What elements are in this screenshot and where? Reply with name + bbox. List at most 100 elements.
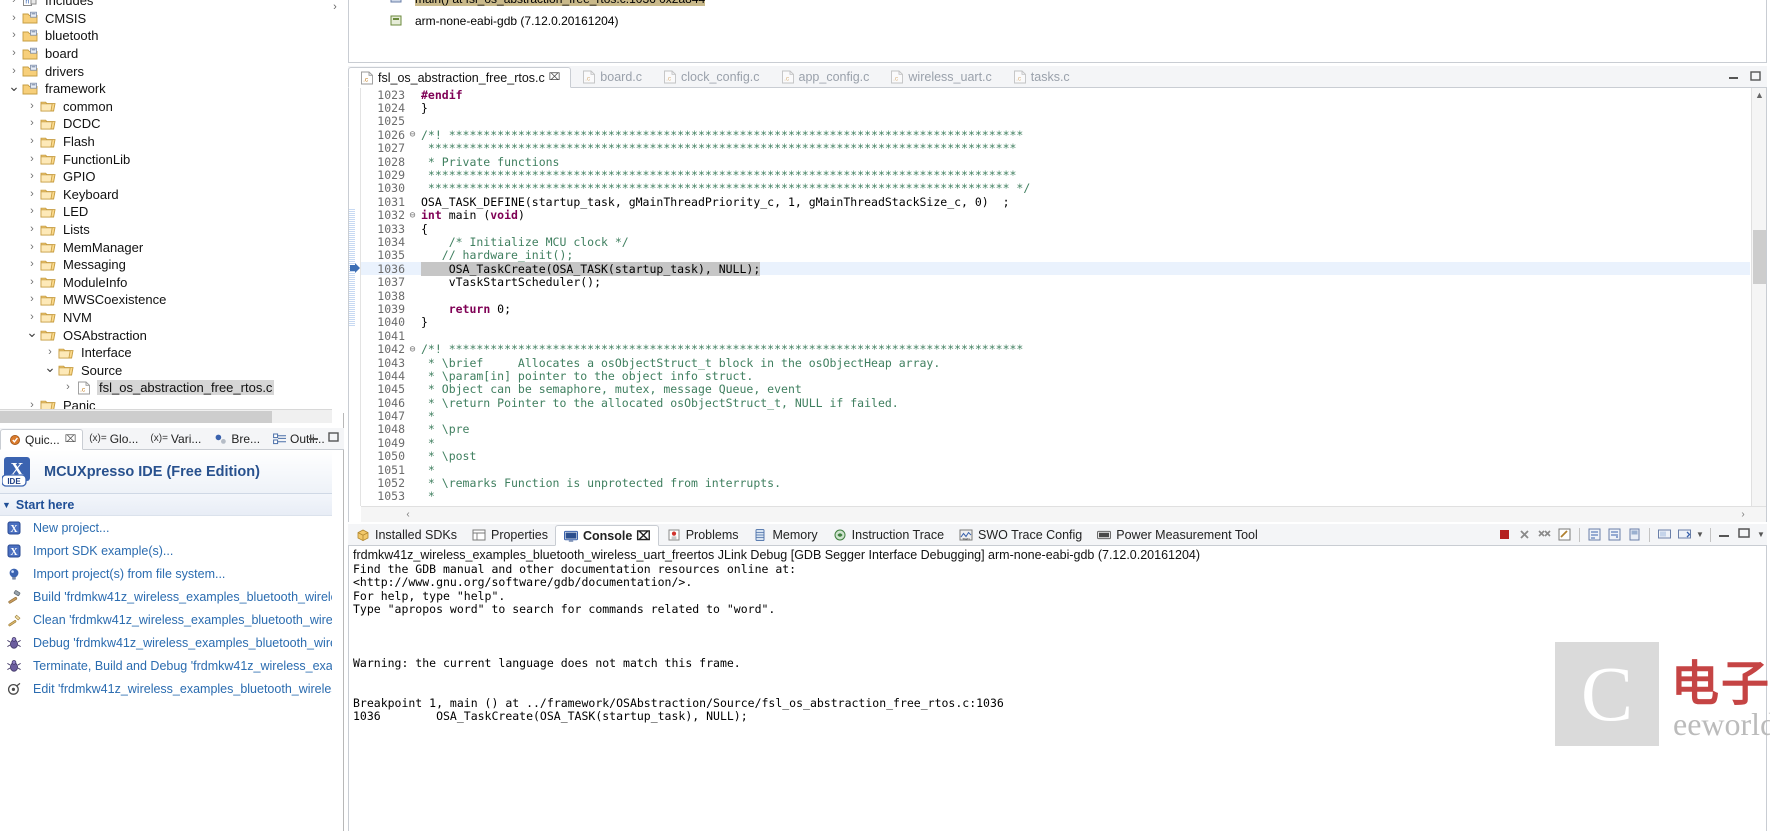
tree-item-messaging[interactable]: › Messaging xyxy=(0,256,344,274)
console-tab-instruction-trace[interactable]: Instruction Trace xyxy=(825,524,951,545)
editor-tab-clock_config-c[interactable]: .c clock_config.c xyxy=(652,66,770,87)
quickstart-item-import[interactable]: X Import SDK example(s)... xyxy=(0,539,332,562)
chevron-right-icon[interactable]: › xyxy=(42,347,58,358)
tree-item-dcdc[interactable]: › DCDC xyxy=(0,115,344,133)
tree-item-memmanager[interactable]: › MemManager xyxy=(0,238,344,256)
tree-item-nvm[interactable]: › NVM xyxy=(0,309,344,327)
code-line[interactable]: 1023 #endif xyxy=(361,88,1750,102)
scroll-lock-button[interactable] xyxy=(1586,526,1603,543)
fold-collapse-icon[interactable]: ⊖ xyxy=(407,344,418,355)
project-explorer-tree[interactable]: › h Includes › CMSIS › bluetooth › board › drivers… xyxy=(0,0,344,413)
display-selected-console-button[interactable] xyxy=(1656,526,1673,543)
code-line[interactable]: 1033 { xyxy=(361,222,1750,236)
code-line[interactable]: 1046 * \return Pointer to the allocated … xyxy=(361,396,1750,410)
quickstart-item-terminate,[interactable]: Terminate, Build and Debug 'frdmkw41z_wi… xyxy=(0,654,332,677)
chevron-right-icon[interactable]: › xyxy=(24,136,40,147)
editor-minimize-icon[interactable] xyxy=(1728,70,1740,82)
project-explorer-hscrollbar[interactable] xyxy=(0,409,332,423)
view-tab-vari[interactable]: (x)= Vari... xyxy=(144,428,207,449)
tree-item-functionlib[interactable]: › FunctionLib xyxy=(0,150,344,168)
tree-item-includes[interactable]: › h Includes xyxy=(0,0,344,10)
tree-item-mwscoexistence[interactable]: › MWSCoexistence xyxy=(0,291,344,309)
chevron-right-icon[interactable]: › xyxy=(24,188,40,200)
code-line[interactable]: 1042 ⊖/*! *******************************… xyxy=(361,342,1750,356)
remove-all-terminated-button[interactable] xyxy=(1536,526,1553,543)
quickstart-item-new[interactable]: X New project... xyxy=(0,516,332,539)
minimize-icon[interactable] xyxy=(308,431,320,443)
tree-item-flash[interactable]: › Flash xyxy=(0,133,344,151)
code-line[interactable]: 1024} xyxy=(361,101,1750,115)
chevron-right-icon[interactable]: › xyxy=(24,100,40,112)
remove-launch-button[interactable] xyxy=(1516,526,1533,543)
view-tab-quic[interactable]: Quic... ⌧ xyxy=(0,429,84,450)
minimize-button[interactable] xyxy=(1717,526,1734,543)
scroll-right-arrow[interactable]: › xyxy=(329,0,341,14)
chevron-right-icon[interactable]: › xyxy=(24,171,40,182)
chevron-down-icon[interactable]: ▼ xyxy=(1696,530,1704,539)
console-tab-problems[interactable]: Problems xyxy=(659,524,746,545)
editor-body[interactable]: 1023 #endif 1024} 1025 1026 ⊖/*! ************… xyxy=(348,88,1767,522)
view-tab-glo[interactable]: (x)= Glo... xyxy=(83,428,144,449)
terminate-button[interactable] xyxy=(1496,526,1513,543)
chevron-right-icon[interactable]: › xyxy=(24,118,40,129)
code-line[interactable]: 1051 * xyxy=(361,463,1750,477)
tree-item-framework[interactable]: ⌄ framework xyxy=(0,79,344,98)
code-line[interactable]: 1053 * xyxy=(361,489,1750,503)
close-icon[interactable]: ⌧ xyxy=(549,72,561,83)
chevron-right-icon[interactable]: › xyxy=(24,259,40,270)
tree-item-lists[interactable]: › Lists xyxy=(0,221,344,239)
chevron-right-icon[interactable]: › xyxy=(24,153,40,165)
chevron-right-icon[interactable]: › xyxy=(6,48,22,59)
console-tab-swo-trace-config[interactable]: swo SWO Trace Config xyxy=(951,524,1089,545)
quickstart-item-import[interactable]: Import project(s) from file system... xyxy=(0,562,332,585)
code-line[interactable]: 1038 xyxy=(361,289,1750,303)
console-tab-console[interactable]: Console ⌧ xyxy=(554,525,659,546)
tree-item-led[interactable]: › LED xyxy=(0,203,344,221)
editor-hscrollbar[interactable]: ‹ › xyxy=(361,506,1766,522)
code-line[interactable]: 1037 vTaskStartScheduler(); xyxy=(361,275,1750,289)
console-tab-power-measurement-tool[interactable]: Power Measurement Tool xyxy=(1089,524,1265,545)
tree-item-bluetooth[interactable]: › bluetooth xyxy=(0,27,344,45)
editor-tab-tasks-c[interactable]: .c tasks.c xyxy=(1002,66,1080,87)
section-twisty-icon[interactable]: ▼ xyxy=(2,500,11,510)
tree-item-cmsis[interactable]: › CMSIS xyxy=(0,10,344,28)
quickstart-item-clean[interactable]: Clean 'frdmkw41z_wireless_examples_bluet… xyxy=(0,608,332,631)
chevron-right-icon[interactable]: › xyxy=(24,224,40,235)
fold-collapse-icon[interactable]: ⊖ xyxy=(407,210,418,221)
code-line[interactable]: 1050 * \post xyxy=(361,449,1750,463)
code-line[interactable]: 1044 * \param[in] pointer to the object … xyxy=(361,369,1750,383)
code-line[interactable]: 1039 return 0; xyxy=(361,302,1750,316)
chevron-right-icon[interactable]: › xyxy=(6,12,22,24)
code-line[interactable]: 1031 OSA_TASK_DEFINE(startup_task, gMainT… xyxy=(361,195,1750,209)
console-tab-installed-sdks[interactable]: Installed SDKs xyxy=(348,524,464,545)
code-line[interactable]: 1043 * \brief Allocates a osObjectStruct… xyxy=(361,356,1750,370)
code-line[interactable]: 1052 * \remarks Function is unprotected … xyxy=(361,476,1750,490)
editor-tab-board-c[interactable]: .c board.c xyxy=(571,66,652,87)
tree-item-source[interactable]: ⌄ Source xyxy=(0,360,344,379)
quickstart-item-debug[interactable]: Debug 'frdmkw41z_wireless_examples_bluet… xyxy=(0,631,332,654)
editor-tab-wireless_uart-c[interactable]: .c wireless_uart.c xyxy=(879,66,1001,87)
tree-item-fsl-os-abstraction-free-rtos-c[interactable]: › .c fsl_os_abstraction_free_rtos.c xyxy=(0,379,344,397)
chevron-right-icon[interactable]: › xyxy=(24,206,40,217)
chevron-down-icon[interactable]: ⌄ xyxy=(6,79,22,93)
chevron-right-icon[interactable]: › xyxy=(24,311,40,323)
console-tab-memory[interactable]: Memory xyxy=(745,524,824,545)
editor-maximize-icon[interactable] xyxy=(1750,70,1762,82)
quickstart-item-build[interactable]: Build 'frdmkw41z_wireless_examples_bluet… xyxy=(0,585,332,608)
debug-thread-row[interactable]: main() at fsl_os_abstraction_free_rtos.c… xyxy=(349,0,1766,7)
code-line[interactable]: 1045 * Object can be semaphore, mutex, m… xyxy=(361,382,1750,396)
editor-tab-fsl_os_abstraction_free_rtos-c[interactable]: .c fsl_os_abstraction_free_rtos.c ⌧ xyxy=(348,67,572,88)
chevron-down-icon[interactable]: ⌄ xyxy=(42,360,58,374)
chevron-right-icon[interactable]: › xyxy=(6,0,22,6)
quickstart-section-header[interactable]: ▼ Start here xyxy=(0,494,332,516)
chevron-down-icon[interactable]: ⌄ xyxy=(24,325,40,339)
chevron-right-icon[interactable]: › xyxy=(24,294,40,305)
pin-console-button[interactable] xyxy=(1626,526,1643,543)
tree-item-osabstraction[interactable]: ⌄ OSAbstraction xyxy=(0,325,344,344)
code-line[interactable]: 1034 /* Initialize MCU clock */ xyxy=(361,235,1750,249)
scroll-up-arrow[interactable]: ▲ xyxy=(1752,88,1767,103)
scroll-left-arrow[interactable]: ‹ xyxy=(401,507,415,523)
chevron-right-icon[interactable]: › xyxy=(6,65,22,77)
quickstart-item-edit[interactable]: Edit 'frdmkw41z_wireless_examples_blueto… xyxy=(0,677,332,700)
code-line[interactable]: 1040} xyxy=(361,315,1750,329)
